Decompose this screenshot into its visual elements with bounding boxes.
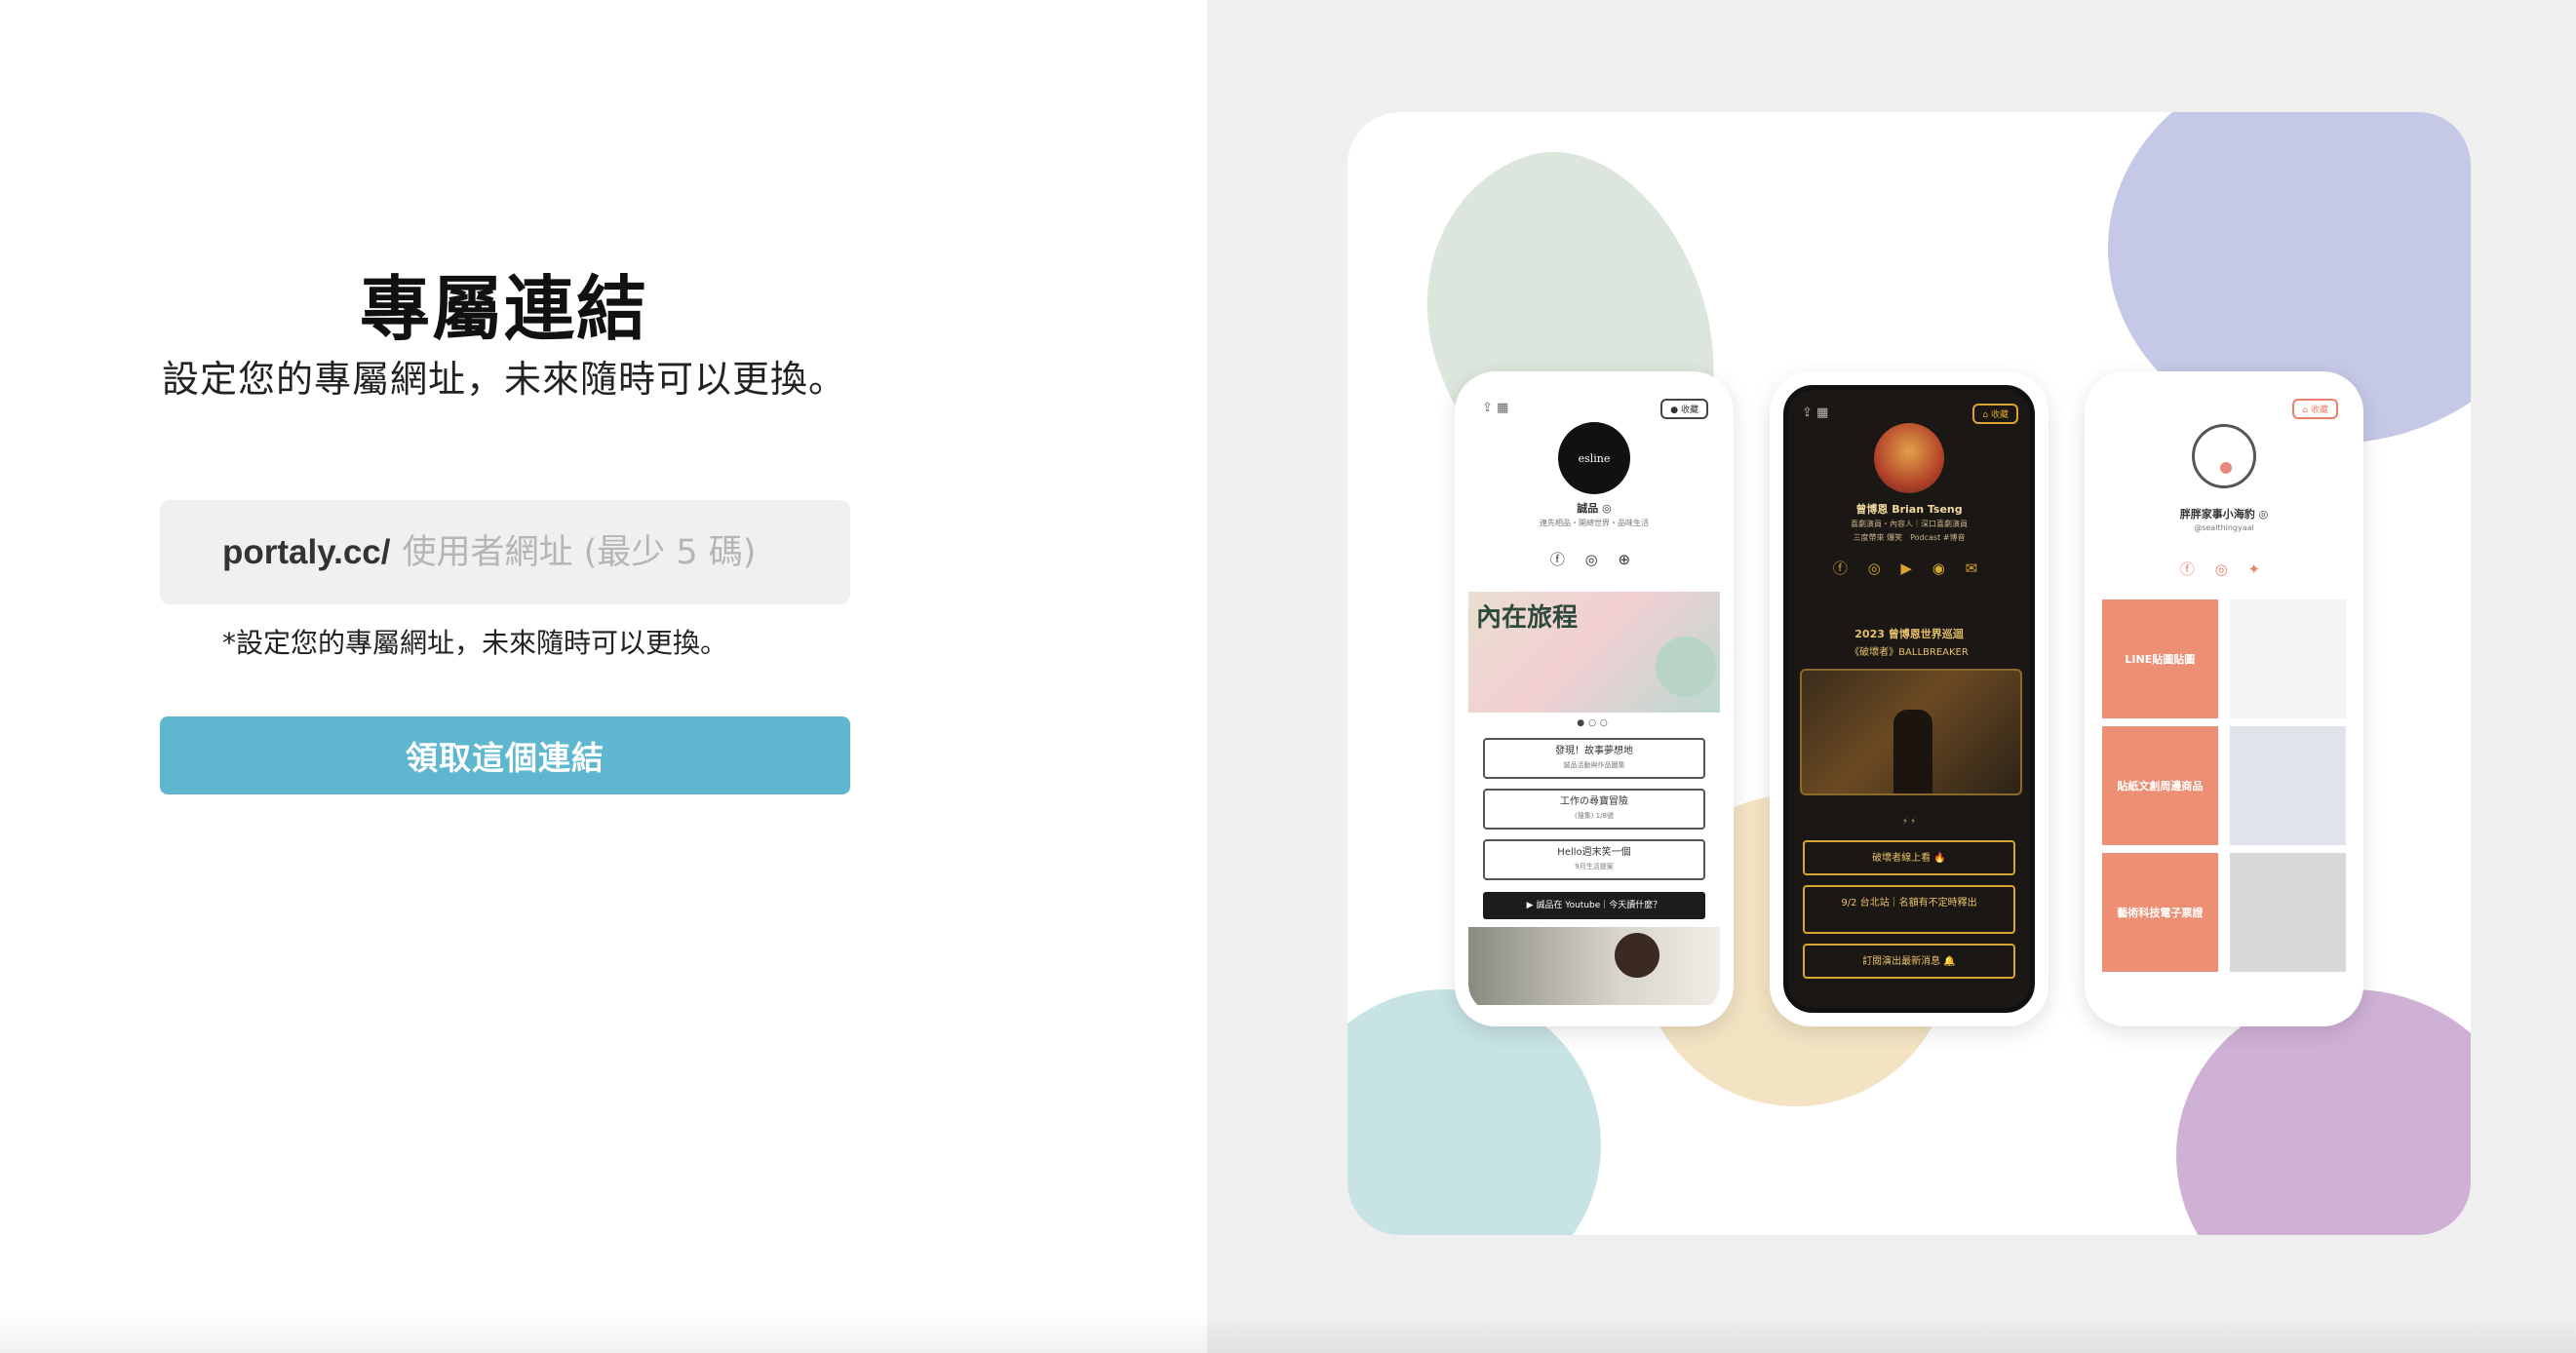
preview-card: ⇪ ▦ ● 收藏 esline 誠品 ◎ 連先相品・開總世界・品味生活 ⓕ ◎ …	[1347, 112, 2471, 1235]
tile-label-3: 藝術科技電子票證	[2117, 907, 2204, 919]
poster-figure	[1893, 710, 1932, 793]
link-button-3: Hello週末笑一個 9月生活提案	[1483, 839, 1705, 880]
banner-image: 內在旅程	[1468, 592, 1720, 713]
profile-name: 胖胖家事小海豹 ◎	[2179, 508, 2269, 521]
bookmark-pill: ⌂ 收藏	[2292, 399, 2338, 419]
tile-image-1	[2230, 599, 2346, 718]
tile-image-2	[2230, 726, 2346, 845]
social-icons: ⓕ ◎ ⊕	[1549, 551, 1639, 568]
link-button-3-sub: 9月生活提案	[1575, 863, 1614, 870]
link-button-2: 工作の尋寶冒險 (搜集) 1/8號	[1483, 789, 1705, 830]
helper-text: *設定您的專屬網址，未來隨時可以更換。	[222, 627, 728, 659]
profile-desc-2: 三度帶來 爆笑 Podcast #博音	[1853, 533, 1966, 542]
url-field[interactable]: portaly.cc/	[160, 500, 850, 604]
phone-screen-3: ⌂ 收藏 胖胖家事小海豹 ◎ @sealthingyaal ⓕ ◎ ✦ LINE…	[2098, 385, 2350, 1013]
tile-ticket: 藝術科技電子票證	[2102, 853, 2218, 972]
avatar-logo: esline	[1578, 451, 1611, 465]
tile-image-3	[2230, 853, 2346, 972]
banner-title: 內在旅程	[1476, 603, 1579, 633]
avatar	[1874, 423, 1944, 493]
bookmark-pill: ⌂ 收藏	[1972, 404, 2018, 424]
headline: 2023 曾博恩世界巡迴	[1854, 628, 1964, 640]
phone-screen-2: ⇪ ▦ ⌂ 收藏 曾博恩 Brian Tseng 喜劇演員・內容人｜深口喜劇演員…	[1783, 385, 2035, 1013]
link-button-1-label: 發現！故事夢想地	[1554, 746, 1633, 756]
share-icon: ⇪ ▦	[1802, 406, 1829, 420]
link-button-1-sub: 誠品活動與作品圖集	[1563, 761, 1625, 769]
username-input[interactable]	[402, 532, 832, 572]
headline-2: 《破壞者》BALLBREAKER	[1850, 647, 1969, 658]
tile-stationery: 貼紙文創周邊商品	[2102, 726, 2218, 845]
link-button-2-sub: (搜集) 1/8號	[1575, 812, 1614, 820]
tile-label-2: 貼紙文創周邊商品	[2117, 780, 2204, 792]
phone-preview-1: ⇪ ▦ ● 收藏 esline 誠品 ◎ 連先相品・開總世界・品味生活 ⓕ ◎ …	[1455, 371, 1734, 1026]
link-button-1: 發現！故事夢想地 誠品活動與作品圖集	[1483, 738, 1705, 779]
seal-avatar	[2192, 424, 2256, 488]
link-button-2-label: 工作の尋寶冒險	[1559, 796, 1628, 807]
youtube-button: ▶ 誠品在 Youtube｜今天讀什麼？	[1483, 892, 1705, 919]
profile-name: 誠品 ◎	[1577, 502, 1612, 515]
video-thumbnail	[1468, 927, 1720, 1005]
carousel-dots: ●○○	[1577, 718, 1612, 728]
tile-line-stickers: LINE貼圖貼圖	[2102, 599, 2218, 718]
person-photo	[1615, 933, 1659, 978]
page-title: 專屬連結	[359, 268, 648, 350]
tile-label-1: LINE貼圖貼圖	[2125, 653, 2196, 666]
phone-preview-2: ⇪ ▦ ⌂ 收藏 曾博恩 Brian Tseng 喜劇演員・內容人｜深口喜劇演員…	[1770, 371, 2049, 1026]
link-button-3-label: Hello週末笑一個	[1557, 847, 1631, 858]
divider-text: ⚡ ⚡	[1902, 817, 1916, 826]
social-icons: ⓕ ◎ ✦	[2179, 561, 2269, 578]
bookmark-pill: ● 收藏	[1660, 399, 1708, 419]
dark-link-button-3: 訂閱演出最新消息 🔔	[1802, 944, 2016, 979]
seal-cheek-icon	[2220, 462, 2232, 474]
phone-preview-3: ⌂ 收藏 胖胖家事小海豹 ◎ @sealthingyaal ⓕ ◎ ✦ LINE…	[2085, 371, 2363, 1026]
tour-poster	[1800, 669, 2022, 795]
form-panel: 專屬連結 設定您的專屬網址，未來隨時可以更換。 portaly.cc/ *設定您…	[0, 0, 1207, 1353]
page-subtitle: 設定您的專屬網址，未來隨時可以更換。	[161, 358, 846, 401]
profile-desc: 喜劇演員・內容人｜深口喜劇演員	[1851, 520, 1968, 528]
profile-handle: @sealthingyaal	[2194, 523, 2254, 532]
banner-circle	[1656, 637, 1716, 697]
profile-desc: 連先相品・開總世界・品味生活	[1540, 519, 1649, 527]
claim-link-button[interactable]: 領取這個連結	[160, 716, 850, 794]
profile-name: 曾博恩 Brian Tseng	[1855, 503, 1963, 516]
url-prefix: portaly.cc/	[222, 532, 391, 571]
dark-link-button-2: 9/2 台北站｜名額有不定時釋出	[1802, 885, 2016, 934]
phone-screen-1: ⇪ ▦ ● 收藏 esline 誠品 ◎ 連先相品・開總世界・品味生活 ⓕ ◎ …	[1468, 385, 1720, 1013]
avatar: esline	[1558, 422, 1630, 494]
social-icons: ⓕ ◎ ▶ ◉ ✉	[1832, 560, 1986, 577]
dark-link-button-1: 破壞者線上看 🔥	[1802, 840, 2016, 875]
share-icon: ⇪ ▦	[1482, 401, 1509, 415]
